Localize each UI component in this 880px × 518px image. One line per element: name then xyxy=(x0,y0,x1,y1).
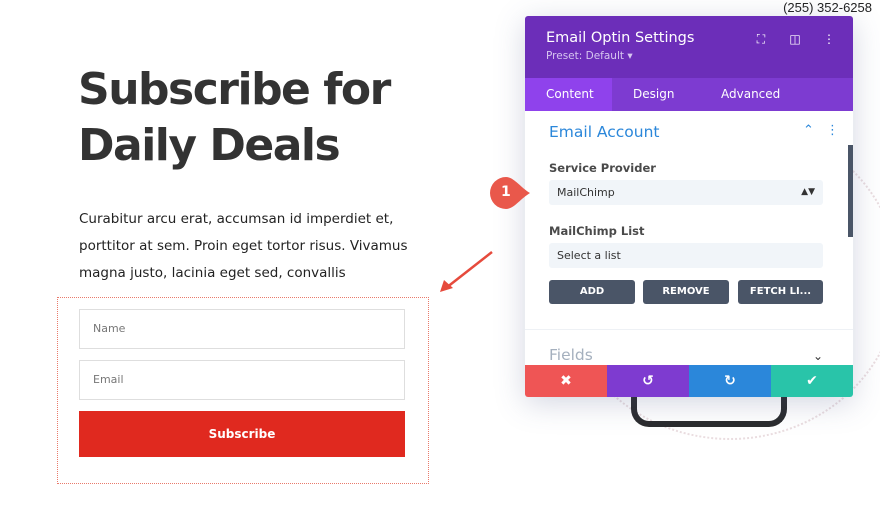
headline-line-1: Subscribe for xyxy=(78,64,391,115)
intro-line-2: porttitor at sem. Proin eget tortor risu… xyxy=(79,238,408,254)
split-view-icon[interactable]: ◫ xyxy=(789,32,801,47)
section-divider xyxy=(525,329,853,330)
save-button[interactable]: ✔ xyxy=(771,365,853,397)
intro-paragraph: Curabitur arcu erat, accumsan id imperdi… xyxy=(79,206,419,287)
redo-button[interactable]: ↻ xyxy=(689,365,771,397)
phone-number: (255) 352-6258 xyxy=(783,0,872,15)
chevron-up-icon[interactable]: ⌃ xyxy=(803,123,814,138)
fullscreen-icon[interactable]: ⛶ xyxy=(755,32,767,47)
action-bar: ✖ ↺ ↻ ✔ xyxy=(525,365,853,397)
tab-advanced[interactable]: Advanced xyxy=(700,78,801,111)
add-button[interactable]: ADD xyxy=(549,280,635,304)
settings-panel: Email Optin Settings Preset: Default ▾ ⛶… xyxy=(525,16,853,397)
tab-design[interactable]: Design xyxy=(612,78,700,111)
intro-line-1: Curabitur arcu erat, accumsan id imperdi… xyxy=(79,211,394,227)
tab-content[interactable]: Content xyxy=(525,78,612,111)
panel-header[interactable]: Email Optin Settings Preset: Default ▾ ⛶… xyxy=(525,16,853,78)
optin-form: Name Email Subscribe xyxy=(57,297,429,484)
sort-arrows-icon: ▲▼ xyxy=(801,187,815,197)
panel-tabs: Content Design Advanced xyxy=(525,78,853,111)
intro-line-3: magna justo, lacinia eget sed, convallis xyxy=(79,265,346,281)
service-provider-label: Service Provider xyxy=(549,161,656,175)
section-title[interactable]: Email Account xyxy=(549,123,660,141)
cancel-button[interactable]: ✖ xyxy=(525,365,607,397)
name-field[interactable]: Name xyxy=(79,309,405,349)
panel-scrollbar[interactable] xyxy=(848,145,853,237)
remove-button[interactable]: REMOVE xyxy=(643,280,729,304)
page-headline: Subscribe for Daily Deals xyxy=(78,62,391,174)
mailchimp-list-label: MailChimp List xyxy=(549,224,645,238)
preset-dropdown[interactable]: Preset: Default ▾ xyxy=(546,50,832,62)
undo-button[interactable]: ↺ xyxy=(607,365,689,397)
mailchimp-list-select[interactable]: Select a list xyxy=(549,243,823,268)
headline-line-2: Daily Deals xyxy=(78,120,341,171)
fetch-lists-button[interactable]: FETCH LI... xyxy=(738,280,823,304)
service-provider-value: MailChimp xyxy=(557,186,615,199)
chevron-down-icon[interactable]: ⌄ xyxy=(813,349,823,363)
subscribe-button[interactable]: Subscribe xyxy=(79,411,405,457)
service-provider-select[interactable]: MailChimp ▲▼ xyxy=(549,180,823,205)
more-options-icon[interactable]: ⋮ xyxy=(823,32,835,47)
step-badge-number: 1 xyxy=(501,184,511,200)
annotation-arrow-icon xyxy=(440,251,493,292)
section-options-icon[interactable]: ⋮ xyxy=(826,123,839,138)
fields-section-title[interactable]: Fields xyxy=(549,346,593,364)
email-field[interactable]: Email xyxy=(79,360,405,400)
email-account-section: Email Account ⌃ ⋮ Service Provider MailC… xyxy=(525,111,853,351)
